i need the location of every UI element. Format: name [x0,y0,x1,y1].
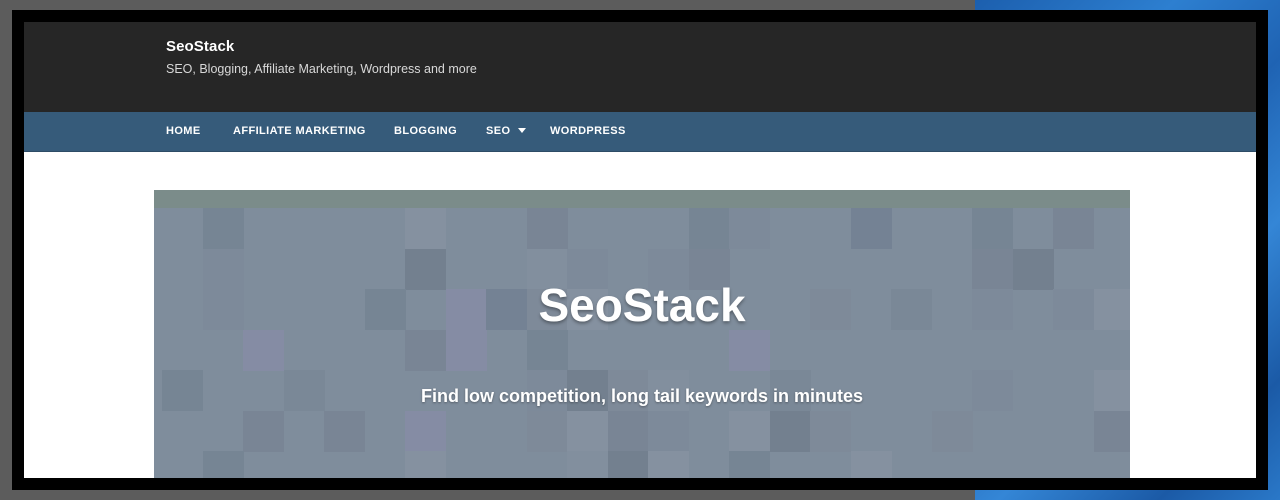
mosaic-tile [810,410,851,452]
mosaic-tile [607,451,649,478]
hero-banner: SeoStack Find low competition, long tail… [154,190,1130,478]
mosaic-tile [729,451,770,478]
site-header: SeoStack SEO, Blogging, Affiliate Market… [24,22,1256,112]
mosaic-tile [202,451,244,478]
mosaic-tile [607,410,649,452]
chevron-down-icon [518,127,527,133]
nav-item-seo-label: SEO [486,125,511,137]
hero-subtitle: Find low competition, long tail keywords… [420,386,864,406]
nav-item-home[interactable]: HOME [166,112,201,151]
mosaic-tile [648,410,689,452]
mosaic-tile [729,208,770,249]
screenshot-frame: SeoStack SEO, Blogging, Affiliate Market… [12,10,1268,490]
nav-item-wordpress[interactable]: WORDPRESS [550,112,626,151]
mosaic-tile [1053,208,1094,249]
mosaic-tile [243,329,284,371]
mosaic-tile [567,451,608,478]
mosaic-tile [850,208,892,249]
site-title[interactable]: SeoStack [166,38,234,55]
mosaic-tile [850,451,892,478]
hero-top-strip [154,190,1130,208]
mosaic-tile [202,208,244,249]
mosaic-tile [729,410,770,452]
mosaic-tile [729,329,770,371]
hero-title: SeoStack [538,279,746,331]
mosaic-tile [526,329,568,371]
mosaic-tile [1093,410,1130,452]
nav-item-seo[interactable]: SEO [486,112,527,151]
mosaic-tile [931,410,973,452]
mosaic-tile [405,410,446,452]
mosaic-tile [972,208,1013,249]
mosaic-tile [567,410,608,452]
site-tagline: SEO, Blogging, Affiliate Marketing, Word… [166,62,477,76]
mosaic-tile [243,410,284,452]
browser-viewport: SeoStack SEO, Blogging, Affiliate Market… [24,22,1256,478]
nav-item-blogging[interactable]: BLOGGING [394,112,457,151]
mosaic-tile [769,410,811,452]
mosaic-tile [526,410,568,452]
mosaic-tile [405,451,446,478]
mosaic-tile [688,208,730,249]
mosaic-tile [324,410,365,452]
nav-item-affiliate-marketing[interactable]: AFFILIATE MARKETING [233,112,366,151]
mosaic-tile [405,329,446,371]
mosaic-tile [405,208,446,249]
mosaic-tile [445,329,487,371]
mosaic-tile [526,208,568,249]
mosaic-tile [648,451,689,478]
main-navigation: HOME AFFILIATE MARKETING BLOGGING SEO WO… [24,112,1256,152]
